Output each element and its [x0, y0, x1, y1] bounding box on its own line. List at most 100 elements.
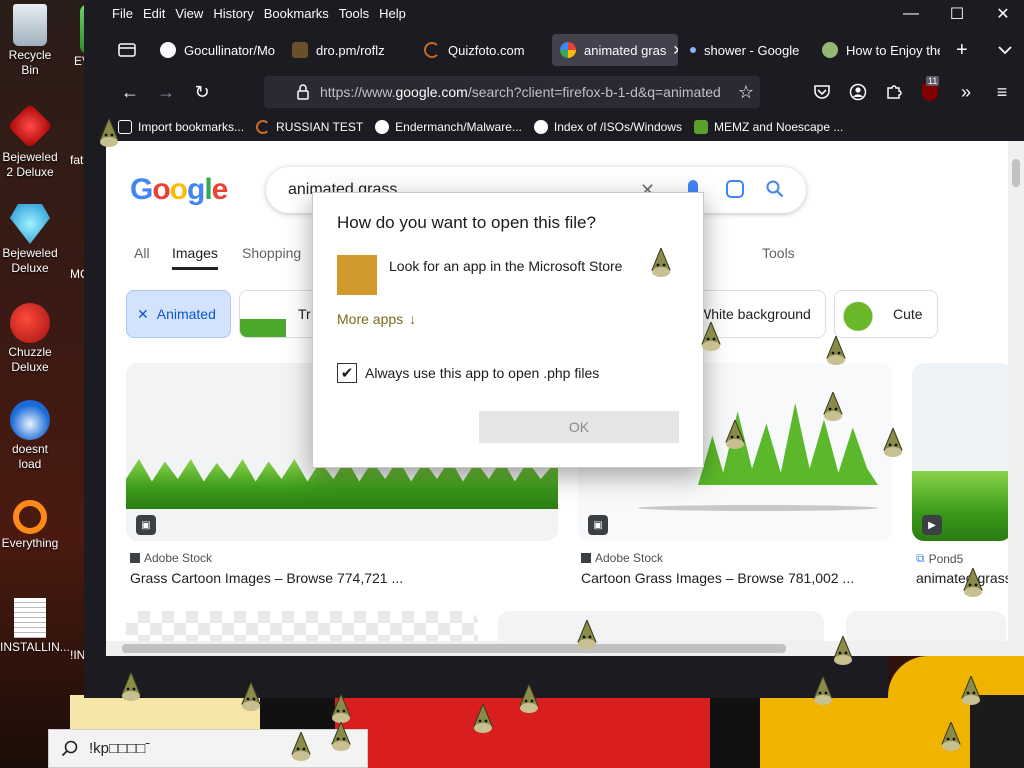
menu-tools[interactable]: Tools — [339, 6, 369, 21]
image-badge-icon: ▣ — [136, 515, 156, 535]
ublock-button[interactable]: 11 — [916, 76, 944, 106]
desktop-icon-label: INSTALLIN... — [0, 640, 70, 654]
tab-shower[interactable]: shower - Google — [690, 34, 804, 66]
desktop-icon-installin[interactable]: INSTALLIN... — [0, 598, 70, 655]
bookmark-russian-test[interactable]: RUSSIAN TEST — [256, 120, 363, 134]
tab-gocullinator[interactable]: Gocullinator/Mo — [160, 34, 284, 66]
google-logo[interactable]: Google — [130, 173, 228, 207]
tab-tools[interactable]: Tools — [762, 245, 795, 261]
forward-button[interactable]: → — [152, 78, 180, 106]
source-label: Pond5 — [928, 551, 964, 566]
desktop-icon-doesnt-load[interactable]: doesnt load — [0, 400, 60, 472]
chip-label: Animated — [156, 306, 216, 322]
always-use-checkbox[interactable]: ✔ Always use this app to open .php files — [337, 363, 599, 383]
lock-icon — [297, 84, 309, 100]
reload-icon: ↻ — [194, 81, 210, 102]
scrollbar-thumb[interactable] — [122, 644, 786, 653]
tab-label: shower - Google — [704, 42, 800, 58]
close-tab-icon[interactable]: ✕ — [672, 42, 678, 59]
account-icon — [849, 83, 867, 101]
pocket-button[interactable] — [808, 78, 836, 106]
chuzzle-icon — [10, 303, 50, 343]
text-file-icon — [14, 598, 46, 638]
taskbar-search-text: !kp□□□□ˉ — [89, 740, 151, 757]
bookmark-endermanch[interactable]: Endermanch/Malware... — [375, 120, 522, 134]
adobe-stock-icon — [581, 553, 591, 563]
tab-all[interactable]: All — [134, 245, 150, 261]
gnome-sprite-icon — [822, 392, 844, 422]
google-icon — [560, 42, 576, 58]
tab-label: animated gras — [584, 42, 667, 58]
close-window-button[interactable]: ✕ — [980, 0, 1024, 28]
microsoft-store-option[interactable]: Look for an app in the Microsoft Store — [337, 255, 622, 295]
result-title-1[interactable]: Grass Cartoon Images – Browse 774,721 ..… — [130, 570, 403, 586]
chip-tr[interactable]: Tr — [239, 290, 319, 338]
list-all-tabs-button[interactable] — [998, 34, 1016, 66]
result-source-2: Adobe Stock — [581, 551, 663, 565]
bookmark-memz[interactable]: MEMZ and Noescape ... — [693, 120, 844, 134]
bookmark-label: Endermanch/Malware... — [395, 120, 522, 134]
tab-shopping[interactable]: Shopping — [242, 245, 301, 261]
chip-animated[interactable]: ✕ Animated — [126, 290, 231, 338]
result-title-2[interactable]: Cartoon Grass Images – Browse 781,002 ..… — [581, 570, 854, 586]
menu-help[interactable]: Help — [379, 6, 406, 21]
chip-label: Cute — [893, 306, 923, 322]
bookmark-label: Import bookmarks... — [138, 120, 245, 134]
back-button[interactable]: ← — [116, 78, 144, 106]
search-submit-icon[interactable] — [766, 180, 784, 203]
bookmark-isos[interactable]: Index of /ISOs/Windows — [533, 120, 682, 134]
desktop-icon-everything[interactable]: Everything — [0, 500, 60, 551]
tab-images[interactable]: Images — [172, 245, 218, 270]
tab-animated-grass[interactable]: animated gras ✕ — [552, 34, 678, 66]
overflow-menu-button[interactable]: » — [952, 78, 980, 106]
open-with-dialog: How do you want to open this file? Look … — [312, 192, 704, 468]
menu-bar: File Edit View History Bookmarks Tools H… — [106, 0, 1024, 26]
gnome-sprite-icon — [290, 732, 312, 762]
tab-dro-pm[interactable]: dro.pm/roflz — [292, 34, 402, 66]
desktop-icon-label: doesnt load — [11, 442, 49, 471]
scrollbar-thumb[interactable] — [1012, 159, 1020, 187]
url-rest: /search?client=firefox-b-1-d&q=animated — [467, 84, 721, 100]
minimize-button[interactable]: — — [888, 0, 934, 28]
new-tab-button[interactable]: + — [956, 34, 976, 66]
result-source-1: Adobe Stock — [130, 551, 212, 565]
horizontal-scrollbar[interactable] — [106, 641, 1008, 656]
github-icon — [160, 42, 176, 58]
bookmark-import[interactable]: Import bookmarks... — [118, 120, 244, 134]
extensions-button[interactable] — [880, 78, 908, 106]
desktop-icon-recycle-bin[interactable]: Recycle Bin — [0, 4, 60, 78]
tab-label: Gocullinator/Mo — [184, 42, 276, 58]
arrow-down-icon: ↓ — [409, 311, 417, 327]
lens-icon[interactable] — [726, 180, 744, 198]
menu-file[interactable]: File — [112, 6, 133, 21]
account-button[interactable] — [844, 78, 872, 106]
app-menu-button[interactable]: ≡ — [988, 78, 1016, 106]
chip-cute[interactable]: Cute — [834, 290, 938, 338]
desktop-icon-bejeweled-2[interactable]: Bejeweled 2 Deluxe — [0, 103, 60, 180]
ok-button[interactable]: OK — [479, 411, 679, 443]
tab-how-to-enjoy[interactable]: How to Enjoy the — [822, 34, 940, 66]
bookmark-star-button[interactable]: ☆ — [732, 78, 760, 106]
reload-button[interactable]: ↻ — [188, 78, 216, 106]
source-label: Adobe Stock — [595, 551, 664, 565]
desktop-icon-bejeweled[interactable]: Bejeweled Deluxe — [0, 204, 60, 276]
url-bar[interactable]: https://www. google.com/search?client=fir… — [264, 76, 760, 108]
menu-history[interactable]: History — [213, 6, 253, 21]
menu-view[interactable]: View — [175, 6, 203, 21]
desktop-icon-chuzzle[interactable]: Chuzzle Deluxe — [0, 303, 60, 375]
menu-edit[interactable]: Edit — [143, 6, 165, 21]
maximize-button[interactable]: ☐ — [934, 0, 980, 28]
gnome-sprite-icon — [330, 722, 352, 752]
bookmark-label: MEMZ and Noescape ... — [713, 120, 844, 134]
firefox-view-button[interactable] — [118, 34, 140, 66]
menu-bookmarks[interactable]: Bookmarks — [264, 6, 329, 21]
tab-label: Quizfoto.com — [448, 42, 525, 58]
tab-quizfoto[interactable]: Quizfoto.com — [424, 34, 544, 66]
desktop-icon-label: Everything — [1, 536, 59, 550]
taskbar-search-box[interactable]: !kp□□□□ˉ — [48, 729, 368, 768]
vertical-scrollbar[interactable] — [1008, 141, 1024, 656]
more-apps-link[interactable]: More apps ↓ — [337, 311, 416, 327]
desktop-icon-label: Recycle Bin — [8, 48, 52, 77]
bejeweled-icon — [10, 204, 50, 244]
image-result-3[interactable]: ▶ — [912, 363, 1012, 541]
